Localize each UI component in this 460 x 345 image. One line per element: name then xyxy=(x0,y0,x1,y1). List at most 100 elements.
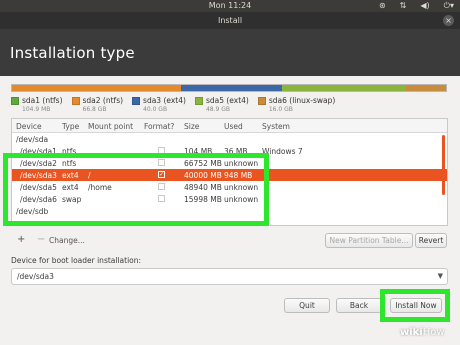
col-type[interactable]: Type xyxy=(62,122,79,131)
bootloader-select[interactable]: /dev/sda3 ▼ xyxy=(11,268,448,285)
page-title: Installation type xyxy=(10,44,135,62)
revert-button[interactable]: Revert xyxy=(415,233,447,248)
cell-device: /dev/sda3 xyxy=(20,171,57,180)
format-checkbox[interactable] xyxy=(158,195,165,202)
partition-bar-segment xyxy=(12,85,182,91)
volume-icon[interactable]: ◀) xyxy=(420,1,429,11)
table-row[interactable]: /dev/sda xyxy=(12,133,447,145)
bootloader-label: Device for boot loader installation: xyxy=(11,256,142,265)
watermark-how: How xyxy=(422,327,445,338)
cell-type: ntfs xyxy=(62,147,77,156)
legend-size: 40.0 GB xyxy=(143,106,168,113)
cell-used: 36 MB xyxy=(224,147,248,156)
bootloader-value: /dev/sda3 xyxy=(17,272,54,281)
legend-swatch xyxy=(194,97,203,105)
partition-bar xyxy=(11,84,447,92)
power-icon[interactable]: ⏻▾ xyxy=(444,1,454,11)
col-size[interactable]: Size xyxy=(184,122,199,131)
cell-size: 48940 MB xyxy=(184,183,222,192)
legend-item: sda3 (ext4) 40.0 GB xyxy=(132,96,186,113)
table-row[interactable]: /dev/sda1 ntfs 104 MB 36 MB Windows 7 xyxy=(12,145,447,157)
format-checkbox[interactable] xyxy=(158,159,165,166)
cell-used: unknown xyxy=(224,183,259,192)
change-partition-button[interactable]: Change... xyxy=(49,236,85,245)
legend-swatch xyxy=(257,97,266,105)
cell-system: Windows 7 xyxy=(262,147,303,156)
legend-item: sda6 (linux-swap) 16.0 GB xyxy=(257,96,336,113)
table-body: /dev/sda/dev/sda1 ntfs 104 MB 36 MB Windows … xyxy=(12,133,447,217)
legend-name: sda6 (linux-swap) xyxy=(268,96,336,105)
table-header: Device Type Mount point Format? Size Use… xyxy=(12,119,447,133)
cell-size: 15998 MB xyxy=(184,195,222,204)
legend-name: sda1 (ntfs) xyxy=(22,96,63,105)
legend-size: 104.9 MB xyxy=(22,106,51,113)
legend-name: sda5 (ext4) xyxy=(205,96,249,105)
legend-size: 48.9 GB xyxy=(205,106,230,113)
cell-type: ntfs xyxy=(62,159,77,168)
quit-button[interactable]: Quit xyxy=(284,298,330,313)
accessibility-icon[interactable]: ⊛ xyxy=(379,1,386,11)
top-panel-icons: ⊛ ⇅ ◀) ⏻▾ xyxy=(379,1,454,11)
cell-device: /dev/sda xyxy=(16,135,49,144)
partition-table: Device Type Mount point Format? Size Use… xyxy=(11,118,448,226)
cell-mount: /home xyxy=(88,183,112,192)
table-row[interactable]: /dev/sda2 ntfs 66752 MB unknown xyxy=(12,157,447,169)
partition-bar-segment xyxy=(405,85,446,91)
partition-bar-segment xyxy=(181,85,283,91)
format-checkbox[interactable]: ✓ xyxy=(158,171,165,178)
top-panel: Mon 11:24 ⊛ ⇅ ◀) ⏻▾ xyxy=(0,0,460,12)
window-title: Install xyxy=(217,16,243,25)
legend-size: 66.8 GB xyxy=(82,106,107,113)
legend-swatch xyxy=(132,97,141,105)
wikihow-watermark: wikiHow xyxy=(400,327,445,338)
cell-used: 948 MB xyxy=(224,171,253,180)
network-icon[interactable]: ⇅ xyxy=(400,1,407,11)
format-checkbox[interactable] xyxy=(158,147,165,154)
table-row[interactable]: /dev/sda3 ext4 / 40000 MB 948 MB ✓ xyxy=(12,169,447,181)
cell-used: unknown xyxy=(224,159,259,168)
col-mount[interactable]: Mount point xyxy=(88,122,133,131)
cell-device: /dev/sda2 xyxy=(20,159,57,168)
add-partition-button[interactable]: + xyxy=(17,234,25,245)
col-format[interactable]: Format? xyxy=(144,122,174,131)
legend-item: sda2 (ntfs) 66.8 GB xyxy=(71,96,124,113)
col-used[interactable]: Used xyxy=(224,122,243,131)
legend-name: sda2 (ntfs) xyxy=(82,96,124,105)
cell-size: 104 MB xyxy=(184,147,213,156)
col-device[interactable]: Device xyxy=(16,122,42,131)
table-row[interactable]: /dev/sdb xyxy=(12,205,447,217)
cell-used: unknown xyxy=(224,195,259,204)
cell-type: swap xyxy=(62,195,82,204)
cell-device: /dev/sda6 xyxy=(20,195,57,204)
cell-device: /dev/sdb xyxy=(16,207,49,216)
new-partition-table-button[interactable]: New Partition Table... xyxy=(325,233,413,248)
install-now-button[interactable]: Install Now xyxy=(390,298,442,313)
table-row[interactable]: /dev/sda6 swap 15998 MB unknown xyxy=(12,193,447,205)
partition-bar-segment xyxy=(282,85,406,91)
page-header: Installation type xyxy=(0,29,460,76)
col-system[interactable]: System xyxy=(262,122,290,131)
legend-item: sda5 (ext4) 48.9 GB xyxy=(194,96,249,113)
legend-item: sda1 (ntfs) 104.9 MB xyxy=(11,96,63,113)
close-icon[interactable]: × xyxy=(443,15,454,26)
partition-toolbar: + − Change... New Partition Table... Rev… xyxy=(11,232,448,248)
table-scrollbar[interactable] xyxy=(442,135,445,195)
table-row[interactable]: /dev/sda5 ext4/home 48940 MB unknown xyxy=(12,181,447,193)
partition-legend: sda1 (ntfs) 104.9 MB sda2 (ntfs) 66.8 GB sda… xyxy=(11,96,335,113)
legend-name: sda3 (ext4) xyxy=(143,96,186,105)
watermark-wiki: wiki xyxy=(400,327,423,338)
format-checkbox[interactable] xyxy=(158,183,165,190)
legend-swatch xyxy=(11,97,19,105)
cell-device: /dev/sda5 xyxy=(20,183,57,192)
window-titlebar: Install × xyxy=(0,12,460,29)
cell-size: 66752 MB xyxy=(184,159,222,168)
chevron-down-icon: ▼ xyxy=(437,272,443,280)
cell-size: 40000 MB xyxy=(184,171,222,180)
legend-swatch xyxy=(71,97,80,105)
remove-partition-button[interactable]: − xyxy=(37,234,45,245)
cell-mount: / xyxy=(88,171,91,180)
legend-size: 16.0 GB xyxy=(268,106,293,113)
cell-device: /dev/sda1 xyxy=(20,147,57,156)
back-button[interactable]: Back xyxy=(336,298,382,313)
cell-type: ext4 xyxy=(62,171,79,180)
